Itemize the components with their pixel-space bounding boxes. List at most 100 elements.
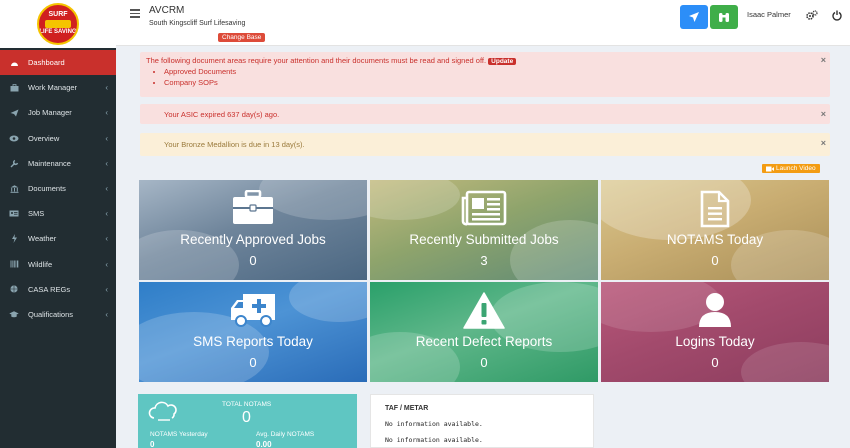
user-name[interactable]: Isaac Palmer [747, 10, 791, 19]
sidebar-item-label: Overview [28, 133, 60, 143]
launch-video-button[interactable]: Launch Video [762, 164, 820, 173]
hamburger-menu-icon[interactable] [130, 9, 140, 18]
chevron-left-icon: ‹ [105, 108, 108, 118]
recently-approved-jobs-tile[interactable]: Recently Approved Jobs 0 [139, 180, 367, 280]
avg-daily-notams-label: Avg. Daily NOTAMS [256, 431, 315, 438]
wrench-icon [8, 158, 20, 168]
flight-button[interactable] [680, 5, 708, 29]
tile-count: 0 [249, 355, 257, 370]
total-notams-value: 0 [242, 409, 251, 426]
recent-defect-reports-tile[interactable]: Recent Defect Reports 0 [370, 282, 598, 382]
recently-submitted-jobs-tile[interactable]: Recently Submitted Jobs 3 [370, 180, 598, 280]
tile-count: 0 [711, 253, 719, 268]
sidebar-item-overview[interactable]: Overview ‹ [0, 126, 116, 151]
base-name: South Kingscliff Surf Lifesaving [149, 20, 246, 27]
top-bar: AVCRM South Kingscliff Surf Lifesaving C… [116, 0, 850, 46]
newspaper-icon [370, 190, 598, 226]
documents-alert-text: The following document areas require you… [146, 56, 487, 65]
sidebar-item-label: CASA REGs [28, 284, 71, 294]
video-camera-icon [766, 166, 774, 171]
app-title: AVCRM [149, 5, 185, 16]
send-icon [8, 108, 20, 118]
notams-summary-box: TOTAL NOTAMS 0 NOTAMS Yesterday 0 Avg. D… [138, 394, 357, 448]
globe-icon [8, 284, 20, 294]
document-icon [601, 190, 829, 228]
sidebar-item-label: Qualifications [28, 309, 74, 319]
briefcase-icon [8, 83, 20, 93]
user-icon [601, 292, 829, 328]
warning-icon [370, 292, 598, 330]
tile-label: Recent Defect Reports [415, 334, 553, 349]
plane-icon [689, 12, 699, 22]
sidebar-item-qualifications[interactable]: Qualifications ‹ [0, 302, 116, 327]
avg-daily-notams-value: 0.00 [256, 440, 272, 448]
tile-count: 0 [480, 355, 488, 370]
chevron-left-icon: ‹ [105, 284, 108, 294]
total-notams-label: TOTAL NOTAMS [222, 401, 272, 408]
id-card-icon [8, 209, 20, 219]
binoculars-button[interactable] [710, 5, 738, 29]
sidebar-item-weather[interactable]: Weather ‹ [0, 226, 116, 251]
tile-count: 3 [480, 253, 488, 268]
sms-reports-today-tile[interactable]: SMS Reports Today 0 [139, 282, 367, 382]
sidebar-item-sms[interactable]: SMS ‹ [0, 201, 116, 226]
sidebar-item-label: Maintenance [28, 158, 71, 168]
list-item: Company SOPs [164, 77, 824, 88]
tile-label: Recently Submitted Jobs [409, 232, 559, 247]
chevron-left-icon: ‹ [105, 83, 108, 93]
chevron-left-icon: ‹ [105, 158, 108, 168]
bolt-icon [8, 234, 20, 244]
sidebar-item-job-manager[interactable]: Job Manager ‹ [0, 100, 116, 125]
metar-info-line: No information available. [385, 436, 483, 444]
logo-box[interactable]: SURF LIFE SAVING [0, 0, 116, 48]
sidebar-item-wildlife[interactable]: Wildlife ‹ [0, 252, 116, 277]
sidebar-item-casa-regs[interactable]: CASA REGs ‹ [0, 277, 116, 302]
tile-count: 0 [249, 253, 257, 268]
asic-alert-text: Your ASIC expired 637 day(s) ago. [164, 110, 280, 119]
sidebar-item-documents[interactable]: Documents ‹ [0, 176, 116, 201]
notams-yesterday-value: 0 [150, 440, 155, 448]
notams-yesterday-label: NOTAMS Yesterday [150, 431, 208, 438]
tile-label: Logins Today [675, 334, 755, 349]
bank-icon [8, 184, 20, 194]
chevron-left-icon: ‹ [105, 209, 108, 219]
sidebar-item-label: Work Manager [28, 83, 78, 93]
sidebar-item-label: Documents [28, 184, 66, 194]
cloud-wind-icon [148, 400, 180, 429]
chevron-left-icon: ‹ [105, 259, 108, 269]
cogs-icon[interactable] [806, 8, 818, 26]
change-base-button[interactable]: Change Base [218, 33, 266, 42]
close-icon[interactable]: × [821, 138, 826, 149]
sidebar-item-maintenance[interactable]: Maintenance ‹ [0, 151, 116, 176]
power-icon[interactable] [832, 8, 842, 26]
graduation-cap-icon [8, 309, 20, 319]
sidebar-item-dashboard[interactable]: Dashboard [0, 50, 116, 76]
documents-alert-list: Approved Documents Company SOPs [146, 66, 824, 88]
sidebar-item-label: SMS [28, 209, 45, 219]
sidebar-item-label: Job Manager [28, 108, 72, 118]
logins-today-tile[interactable]: Logins Today 0 [601, 282, 829, 382]
close-icon[interactable]: × [821, 55, 826, 66]
dashboard-icon [8, 58, 20, 68]
update-button[interactable]: Update [488, 58, 517, 65]
ambulance-icon [139, 292, 367, 328]
taf-metar-box: TAF / METAR No information available. No… [370, 394, 594, 448]
chevron-left-icon: ‹ [105, 184, 108, 194]
sidebar-item-label: Weather [28, 234, 57, 244]
chevron-left-icon: ‹ [105, 133, 108, 143]
tile-label: SMS Reports Today [193, 334, 313, 349]
taf-metar-title: TAF / METAR [385, 405, 429, 412]
tile-count: 0 [711, 355, 719, 370]
sidebar-item-work-manager[interactable]: Work Manager ‹ [0, 75, 116, 100]
documents-alert: The following document areas require you… [140, 52, 830, 97]
main-content: The following document areas require you… [116, 46, 850, 448]
taf-info-line: No information available. [385, 420, 483, 428]
close-icon[interactable]: × [821, 109, 826, 120]
bronze-medallion-alert: Your Bronze Medallion is due in 13 day(s… [140, 133, 830, 156]
notams-today-tile[interactable]: NOTAMS Today 0 [601, 180, 829, 280]
bronze-alert-text: Your Bronze Medallion is due in 13 day(s… [164, 140, 305, 149]
binoculars-icon [719, 12, 729, 22]
sidebar: SURF LIFE SAVING Dashboard Work Manager … [0, 0, 116, 448]
barcode-icon [8, 259, 20, 269]
launch-video-label: Launch Video [776, 165, 816, 172]
